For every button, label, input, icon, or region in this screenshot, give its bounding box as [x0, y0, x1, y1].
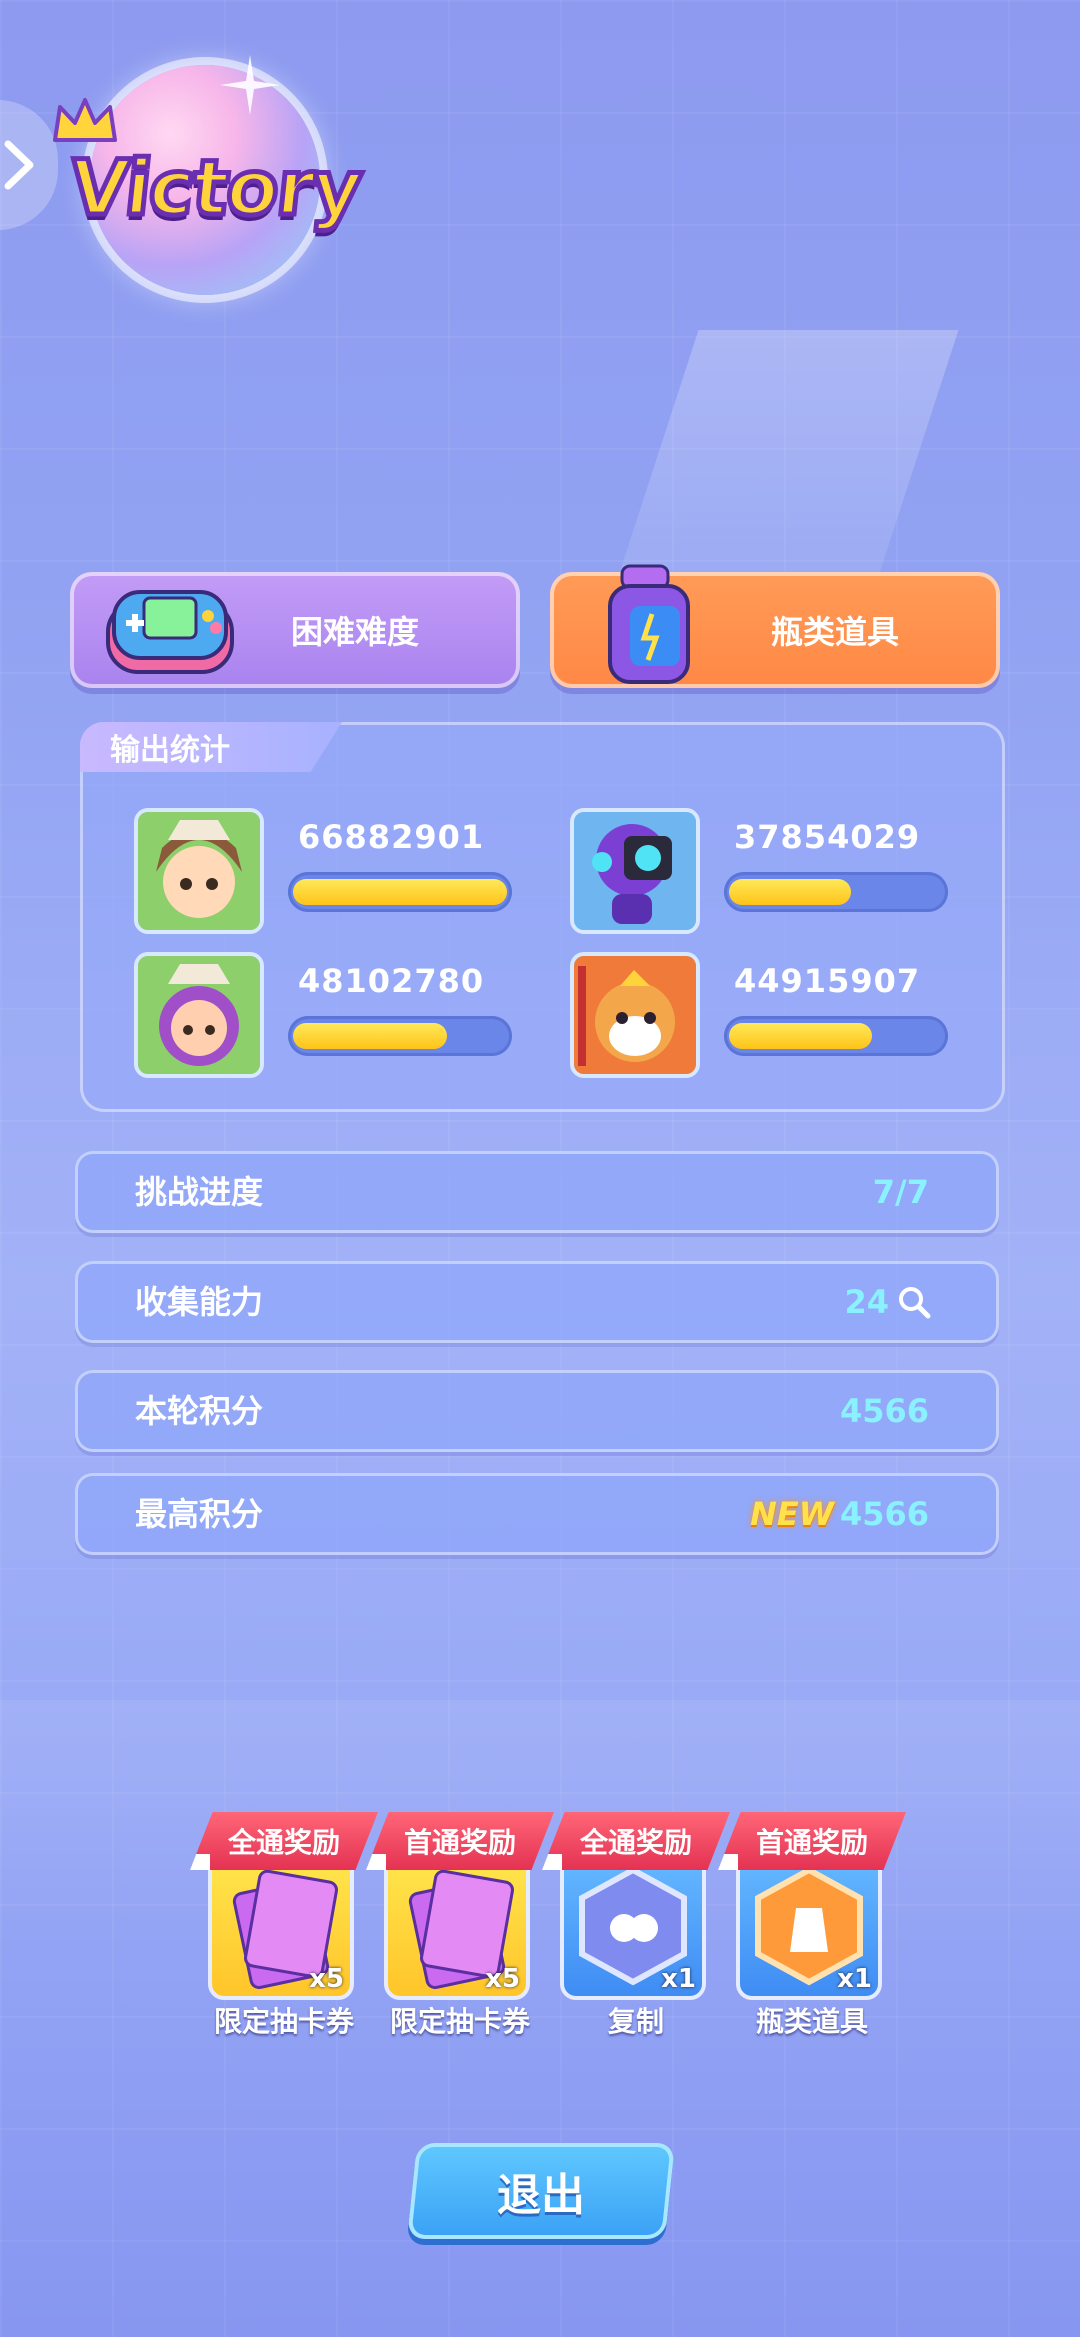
reward-banner: 首通奖励: [366, 1812, 554, 1870]
reward-item-4[interactable]: 首通奖励 x1 瓶类道具: [718, 1800, 912, 2040]
hero-value-1: 66882901: [298, 818, 485, 856]
reward-name: 限定抽卡券: [389, 2005, 530, 2038]
item-card[interactable]: 瓶类道具: [550, 564, 1000, 688]
reward-card: x1: [560, 1852, 706, 2000]
row-value-text: 24: [844, 1283, 889, 1321]
reward-card: x5: [384, 1852, 530, 2000]
chevron-right-icon: [4, 140, 34, 190]
hero-portrait-3: [134, 952, 264, 1078]
hero-stat-4: 44915907: [570, 952, 1010, 1082]
hero-portrait-4: [570, 952, 700, 1078]
hero-stat-3: 48102780: [134, 952, 574, 1082]
crown-icon: [53, 98, 117, 142]
reward-qty: x5: [485, 1964, 520, 1994]
hero-value-3: 48102780: [298, 962, 485, 1000]
row-label: 收集能力: [135, 1283, 264, 1321]
reward-card: x5: [208, 1852, 354, 2000]
hero-stat-2: 37854029: [570, 808, 1010, 938]
hero-bar-1: [288, 872, 512, 912]
reward-banner: 全通奖励: [190, 1812, 378, 1870]
row-value: 4566: [839, 1392, 929, 1430]
victory-title: Victory: [63, 141, 368, 235]
reward-name: 瓶类道具: [755, 2005, 868, 2038]
exit-label: 退出: [497, 2170, 585, 2221]
row-label: 最高积分: [135, 1495, 264, 1533]
victory-badge: Victory: [50, 55, 367, 295]
reward-qty: x5: [309, 1964, 344, 1994]
reward-item-2[interactable]: 首通奖励 x5 限定抽卡券: [366, 1800, 560, 2040]
challenge-progress-row: 挑战进度 7/7: [75, 1151, 999, 1233]
difficulty-label: 困难难度: [290, 613, 419, 651]
hero-portrait-1: [134, 808, 264, 934]
hero-bar-fill-4: [729, 1023, 872, 1049]
hero-value-2: 37854029: [734, 818, 921, 856]
high-score-row: 最高积分 NEW 4566: [75, 1473, 999, 1555]
magnifier-icon[interactable]: [897, 1285, 931, 1319]
hero-bar-4: [724, 1016, 948, 1056]
new-badge: NEW: [750, 1495, 834, 1533]
hero-bar-fill-1: [293, 879, 507, 905]
reward-banner: 全通奖励: [542, 1812, 730, 1870]
reward-name: 限定抽卡券: [213, 2005, 354, 2038]
reward-item-1[interactable]: 全通奖励 x5 限定抽卡券: [190, 1800, 384, 2040]
reward-name: 复制: [607, 2005, 664, 2038]
row-label: 挑战进度: [135, 1173, 264, 1211]
row-value: 7/7: [872, 1173, 929, 1211]
difficulty-card[interactable]: 困难难度: [70, 572, 520, 688]
exit-button[interactable]: 退出: [406, 2143, 676, 2239]
reward-qty: x1: [837, 1964, 872, 1994]
row-value: 4566: [839, 1495, 929, 1533]
hero-bar-fill-3: [293, 1023, 447, 1049]
hero-bar-2: [724, 872, 948, 912]
reward-banner: 首通奖励: [718, 1812, 906, 1870]
hero-value-4: 44915907: [734, 962, 921, 1000]
row-value: 24: [844, 1261, 931, 1343]
stats-tab: 输出统计: [80, 722, 342, 772]
reward-qty: x1: [661, 1964, 696, 1994]
reward-card: x1: [736, 1852, 882, 2000]
hero-stat-1: 66882901: [134, 808, 574, 938]
round-score-row: 本轮积分 4566: [75, 1370, 999, 1452]
sparkle-icon: [220, 55, 280, 115]
hero-bar-fill-2: [729, 879, 851, 905]
hero-bar-3: [288, 1016, 512, 1056]
output-stats-panel: 输出统计 66882901 37854029 48102780 44915907: [80, 722, 1005, 1112]
hero-portrait-2: [570, 808, 700, 934]
collect-ability-row: 收集能力 24: [75, 1261, 999, 1343]
item-label: 瓶类道具: [770, 613, 899, 651]
row-label: 本轮积分: [135, 1392, 264, 1430]
reward-item-3[interactable]: 全通奖励 x1 复制: [542, 1800, 736, 2040]
